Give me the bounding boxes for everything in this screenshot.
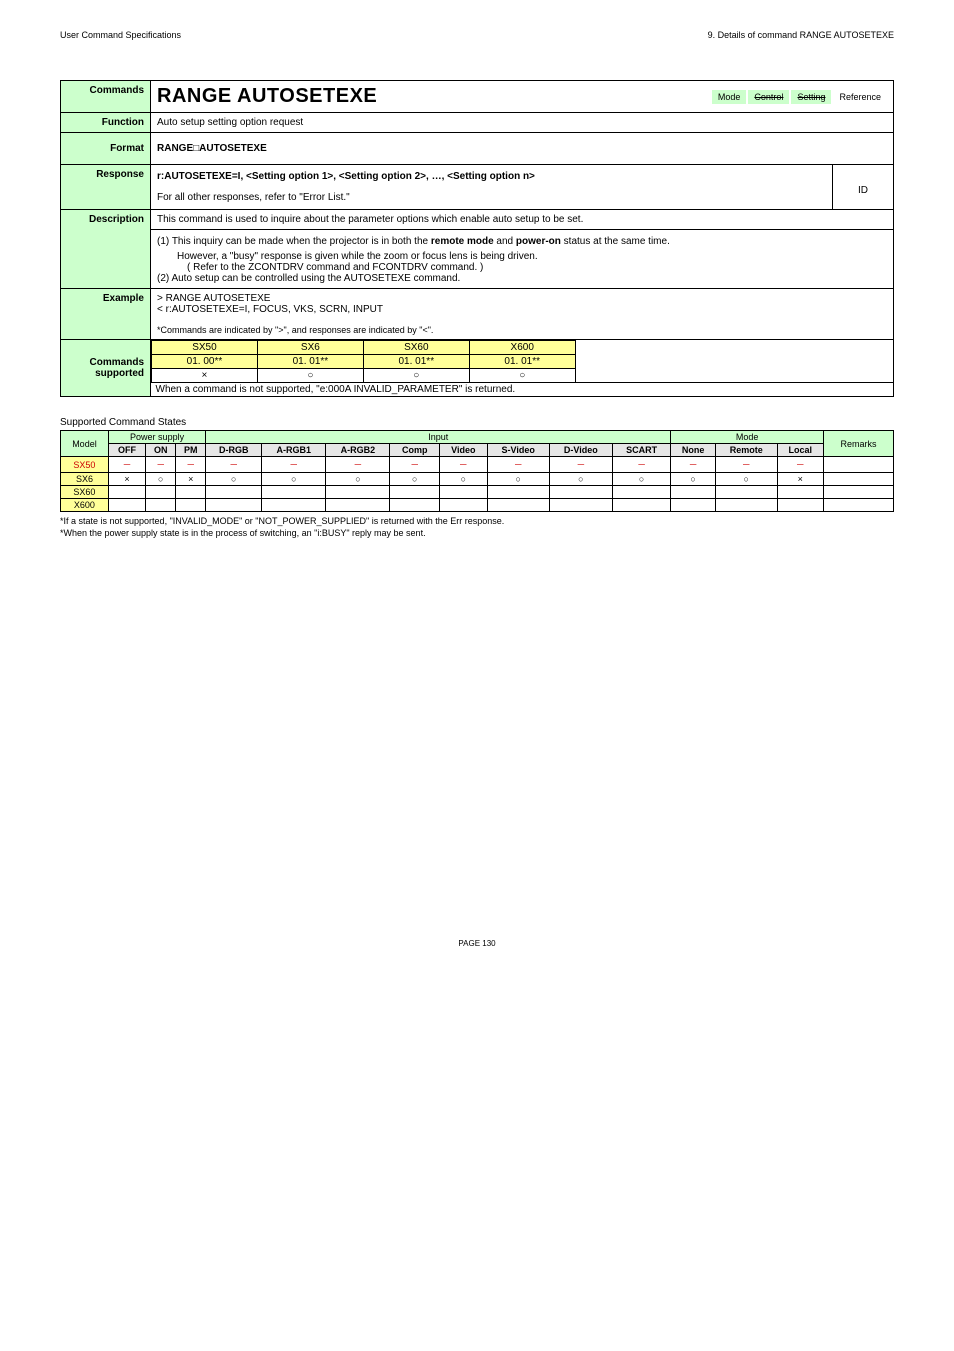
response-line1: r:AUTOSETEXE=I, <Setting option 1>, <Set… [157,171,826,182]
description-label: Description [61,210,151,289]
state-cell [326,486,390,499]
state-cell [439,486,487,499]
state-cell [176,499,206,512]
state-cell [206,486,262,499]
response-label: Response [61,165,151,210]
state-cell [176,486,206,499]
page-number: PAGE 130 [60,939,894,948]
state-cell: ○ [146,473,176,486]
state-cell: － [549,457,612,473]
state-cell: ○ [549,473,612,486]
state-cell [108,499,145,512]
header-left: User Command Specifications [60,30,181,40]
state-cell: － [108,457,145,473]
state-cell: ○ [715,473,777,486]
state-cell [671,486,716,499]
state-cell: － [777,457,823,473]
state-cell: ○ [439,473,487,486]
commands-label: Commands [61,81,151,113]
supported-label: Commands supported [61,340,151,397]
state-remarks [824,499,894,512]
function-value: Auto setup setting option request [151,113,894,133]
state-cell: － [715,457,777,473]
states-title: Supported Command States [60,417,894,428]
tag-control: Control [748,90,789,104]
tag-mode: Mode [712,90,747,104]
command-title: RANGE AUTOSETEXE [157,85,377,108]
supported-models-table: SX50 SX6 SX60 X600 01. 00** 01. 01** 01.… [151,340,893,396]
state-cell [439,499,487,512]
state-cell [146,486,176,499]
state-cell [715,486,777,499]
state-cell: × [777,473,823,486]
state-cell [262,486,326,499]
state-cell: ○ [206,473,262,486]
state-cell: － [262,457,326,473]
format-label: Format [61,133,151,165]
state-cell [206,499,262,512]
state-cell: ○ [612,473,670,486]
state-row-model: SX6 [61,473,109,486]
state-cell: － [671,457,716,473]
supported-states-table: Model Power supply Input Mode Remarks OF… [60,430,894,512]
state-cell: ○ [326,473,390,486]
state-cell: ○ [390,473,440,486]
state-cell: － [390,457,440,473]
state-cell [715,499,777,512]
state-cell: － [439,457,487,473]
command-detail-table: Commands RANGE AUTOSETEXE Mode Control S… [60,80,894,397]
state-cell: － [326,457,390,473]
example-body: > RANGE AUTOSETEXE < r:AUTOSETEXE=I, FOC… [151,289,894,340]
state-cell [549,499,612,512]
response-line2: For all other responses, refer to "Error… [157,192,826,203]
state-cell: － [176,457,206,473]
state-cell: × [176,473,206,486]
state-cell: － [612,457,670,473]
state-cell [262,499,326,512]
footnote-1: *If a state is not supported, "INVALID_M… [60,516,894,528]
state-cell: － [146,457,176,473]
state-cell: ○ [487,473,549,486]
footnote-2: *When the power supply state is in the p… [60,528,894,540]
state-cell: ○ [671,473,716,486]
state-cell [549,486,612,499]
state-cell [487,486,549,499]
state-cell [777,499,823,512]
state-cell [146,499,176,512]
state-cell [612,486,670,499]
tag-reference: Reference [833,90,887,104]
state-cell [326,499,390,512]
state-remarks [824,486,894,499]
state-remarks [824,457,894,473]
state-cell: － [206,457,262,473]
state-cell [390,499,440,512]
state-cell: － [487,457,549,473]
state-cell [390,486,440,499]
function-label: Function [61,113,151,133]
state-remarks [824,473,894,486]
state-cell [777,486,823,499]
response-id: ID [833,165,893,209]
state-row-model: X600 [61,499,109,512]
state-row-model: SX50 [61,457,109,473]
state-cell [487,499,549,512]
state-cell [671,499,716,512]
header-right: 9. Details of command RANGE AUTOSETEXE [708,30,894,40]
description-body: This command is used to inquire about th… [151,210,894,289]
example-label: Example [61,289,151,340]
state-cell: × [108,473,145,486]
state-cell [108,486,145,499]
tag-setting: Setting [791,90,831,104]
state-cell [612,499,670,512]
format-value: RANGE□AUTOSETEXE [151,133,894,165]
state-row-model: SX60 [61,486,109,499]
state-cell: ○ [262,473,326,486]
